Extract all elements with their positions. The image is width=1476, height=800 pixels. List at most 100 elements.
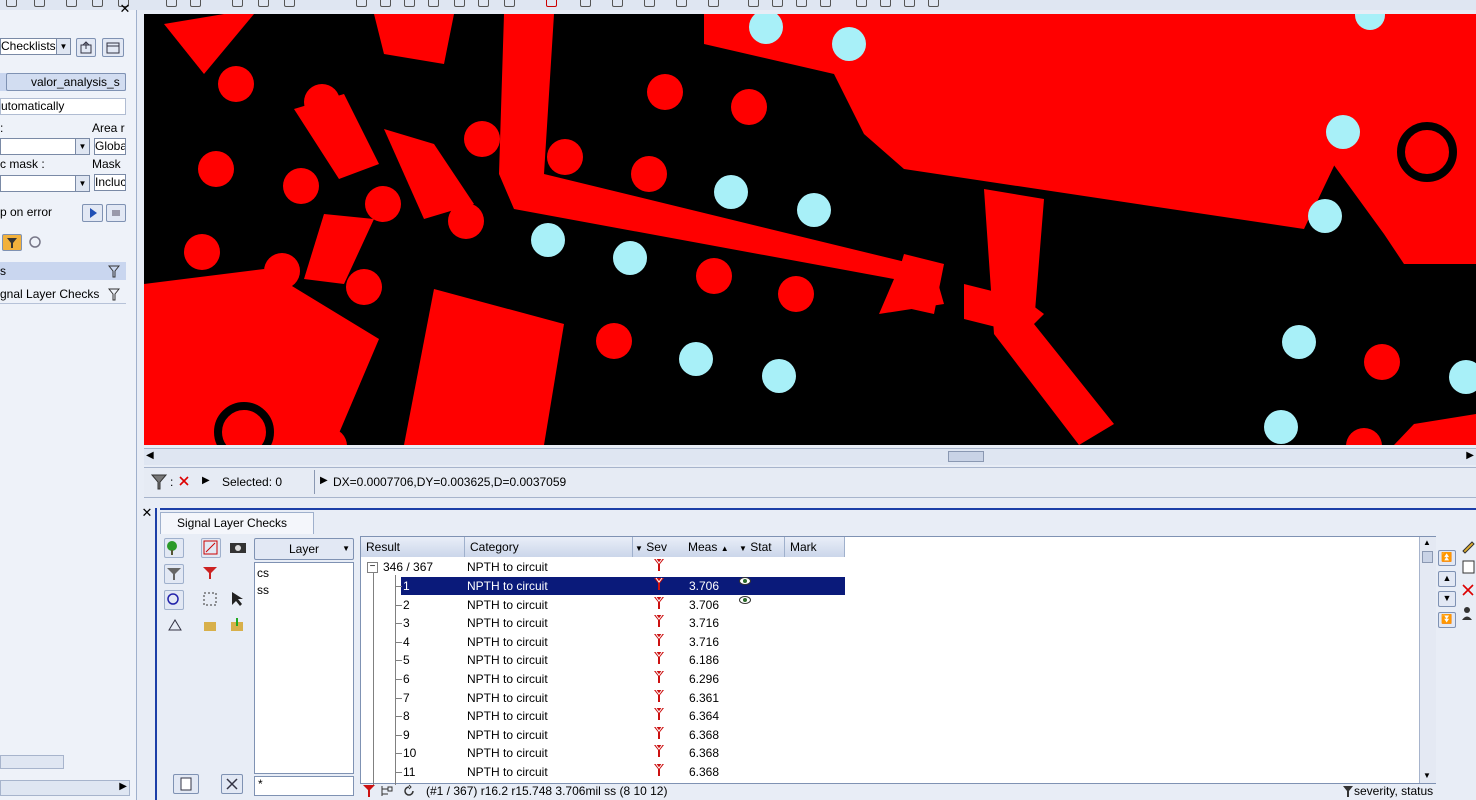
- toolbar-icon[interactable]: [612, 0, 623, 7]
- toolbar-icon[interactable]: [232, 0, 243, 7]
- close-panel-button[interactable]: ✕: [118, 2, 132, 15]
- table-row[interactable]: 10 NPTH to circuit 6.368: [361, 744, 1421, 762]
- funnel-filter-button[interactable]: [164, 564, 184, 584]
- toolbar-icon[interactable]: [676, 0, 687, 7]
- toolbar-icon[interactable]: [644, 0, 655, 7]
- pointer-button[interactable]: [228, 590, 248, 610]
- toolbar-icon[interactable]: [428, 0, 439, 7]
- toolbar-icon[interactable]: [190, 0, 201, 7]
- column-header-meas[interactable]: Meas ▲: [683, 537, 739, 557]
- checklist-select[interactable]: Checklists ▼: [0, 38, 71, 55]
- comment-button[interactable]: [1460, 559, 1476, 575]
- scroll-down-icon[interactable]: ▼: [1423, 771, 1431, 780]
- area-select[interactable]: Globa: [94, 138, 126, 155]
- toolbar-icon[interactable]: [856, 0, 867, 7]
- stop-button[interactable]: [106, 204, 126, 222]
- table-row[interactable]: 6 NPTH to circuit 6.296: [361, 670, 1421, 688]
- area-select-left[interactable]: ▼: [0, 138, 90, 155]
- analysis-tab[interactable]: valor_analysis_s: [6, 73, 126, 91]
- column-header-mark[interactable]: Mark: [785, 537, 845, 557]
- view-toggle-button[interactable]: [26, 234, 46, 251]
- layer-filter-input[interactable]: *: [254, 776, 354, 796]
- toolbar-icon[interactable]: [356, 0, 367, 7]
- clear-selection-icon[interactable]: [178, 475, 190, 487]
- scroll-thumb[interactable]: [1422, 551, 1433, 563]
- toolbar-icon[interactable]: [580, 0, 591, 7]
- export-button[interactable]: [201, 616, 221, 636]
- open-checklist-button[interactable]: [76, 38, 96, 57]
- toolbar-icon[interactable]: [928, 0, 939, 7]
- tree-filter-button[interactable]: [164, 538, 184, 558]
- layer-item[interactable]: ss: [257, 583, 269, 597]
- canvas-horizontal-scrollbar[interactable]: ◀ ▶: [144, 448, 1476, 465]
- zoom-fit-button[interactable]: [201, 590, 221, 610]
- horizontal-scrollbar[interactable]: [0, 755, 64, 769]
- scroll-left-icon[interactable]: ◀: [146, 450, 154, 461]
- toolbar-icon[interactable]: [546, 0, 557, 7]
- highlight-button[interactable]: [201, 538, 221, 558]
- chevron-down-icon[interactable]: ▼: [342, 539, 350, 559]
- tree-row-1[interactable]: s: [0, 262, 126, 280]
- refresh-icon[interactable]: [402, 784, 416, 798]
- table-row[interactable]: 5 NPTH to circuit 6.186: [361, 651, 1421, 669]
- toolbar-icon[interactable]: [66, 0, 77, 7]
- pcb-graphics-canvas[interactable]: [144, 14, 1476, 445]
- layer-item[interactable]: cs: [257, 566, 269, 580]
- toolbar-icon[interactable]: [772, 0, 783, 7]
- results-vertical-scrollbar[interactable]: ▲ ▼: [1419, 537, 1436, 783]
- filter-toggle-button[interactable]: [2, 234, 22, 251]
- tree-row-2[interactable]: gnal Layer Checks: [0, 285, 126, 303]
- prev-result-button[interactable]: ▲: [1438, 571, 1456, 587]
- toolbar-icon[interactable]: [904, 0, 915, 7]
- scroll-right-icon[interactable]: ▶: [1466, 450, 1474, 461]
- mask-select-left[interactable]: ▼: [0, 175, 90, 192]
- last-result-button[interactable]: ⏬: [1438, 612, 1456, 628]
- toolbar-icon[interactable]: [6, 0, 17, 7]
- tab-signal-layer-checks[interactable]: Signal Layer Checks: [160, 512, 314, 534]
- table-row[interactable]: 3 NPTH to circuit 3.716: [361, 614, 1421, 632]
- severity-filter-icon[interactable]: [362, 784, 376, 798]
- scroll-thumb[interactable]: [948, 451, 984, 462]
- toolbar-icon[interactable]: [796, 0, 807, 7]
- toolbar-icon[interactable]: [284, 0, 295, 7]
- collapse-icon[interactable]: −: [367, 562, 378, 573]
- zoom-button[interactable]: [164, 590, 184, 610]
- column-header-result[interactable]: Result: [361, 537, 465, 557]
- snapshot-button[interactable]: [228, 538, 248, 558]
- edit-button[interactable]: [1460, 538, 1476, 554]
- first-result-button[interactable]: ⏫: [1438, 550, 1456, 566]
- column-header-category[interactable]: Category: [465, 537, 633, 557]
- toolbar-icon[interactable]: [504, 0, 515, 7]
- filter-funnel-icon[interactable]: [150, 473, 168, 491]
- horizontal-scrollbar[interactable]: ▶: [0, 780, 130, 796]
- toolbar-icon[interactable]: [820, 0, 831, 7]
- layer-list[interactable]: cs ss: [254, 562, 354, 774]
- table-row[interactable]: 7 NPTH to circuit 6.361: [361, 689, 1421, 707]
- table-row[interactable]: 11 NPTH to circuit 6.368: [361, 763, 1421, 781]
- toolbar-icon[interactable]: [380, 0, 391, 7]
- chevron-down-icon[interactable]: ▼: [75, 139, 89, 154]
- group-row[interactable]: − 346 / 367 NPTH to circuit: [361, 558, 1421, 576]
- toolbar-icon[interactable]: [92, 0, 103, 7]
- add-mark-button[interactable]: [166, 616, 186, 636]
- toolbar-icon[interactable]: [34, 0, 45, 7]
- import-button[interactable]: [228, 616, 248, 636]
- results-table[interactable]: Result Category ▼ Sev Meas ▲ ▼ Stat Mark…: [360, 536, 1436, 785]
- run-mode-field[interactable]: utomatically: [0, 98, 126, 115]
- close-results-button[interactable]: ✕: [140, 506, 154, 520]
- chevron-down-icon[interactable]: ▼: [75, 176, 89, 191]
- toolbar-icon[interactable]: [258, 0, 269, 7]
- assign-button[interactable]: [1460, 605, 1476, 621]
- delete-button[interactable]: [1460, 582, 1476, 598]
- toolbar-icon[interactable]: [404, 0, 415, 7]
- next-result-button[interactable]: ▼: [1438, 591, 1456, 607]
- mask-select[interactable]: Incluc: [94, 174, 126, 191]
- scroll-right-icon[interactable]: ▶: [119, 781, 127, 792]
- report-button[interactable]: [173, 774, 199, 794]
- table-row[interactable]: 9 NPTH to circuit 6.368: [361, 726, 1421, 744]
- zoom-all-button[interactable]: [221, 774, 243, 794]
- table-row[interactable]: 1 NPTH to circuit 3.706: [361, 577, 1421, 595]
- toolbar-icon[interactable]: [478, 0, 489, 7]
- table-row[interactable]: 2 NPTH to circuit 3.706: [361, 595, 1421, 614]
- scroll-up-icon[interactable]: ▲: [1423, 538, 1431, 547]
